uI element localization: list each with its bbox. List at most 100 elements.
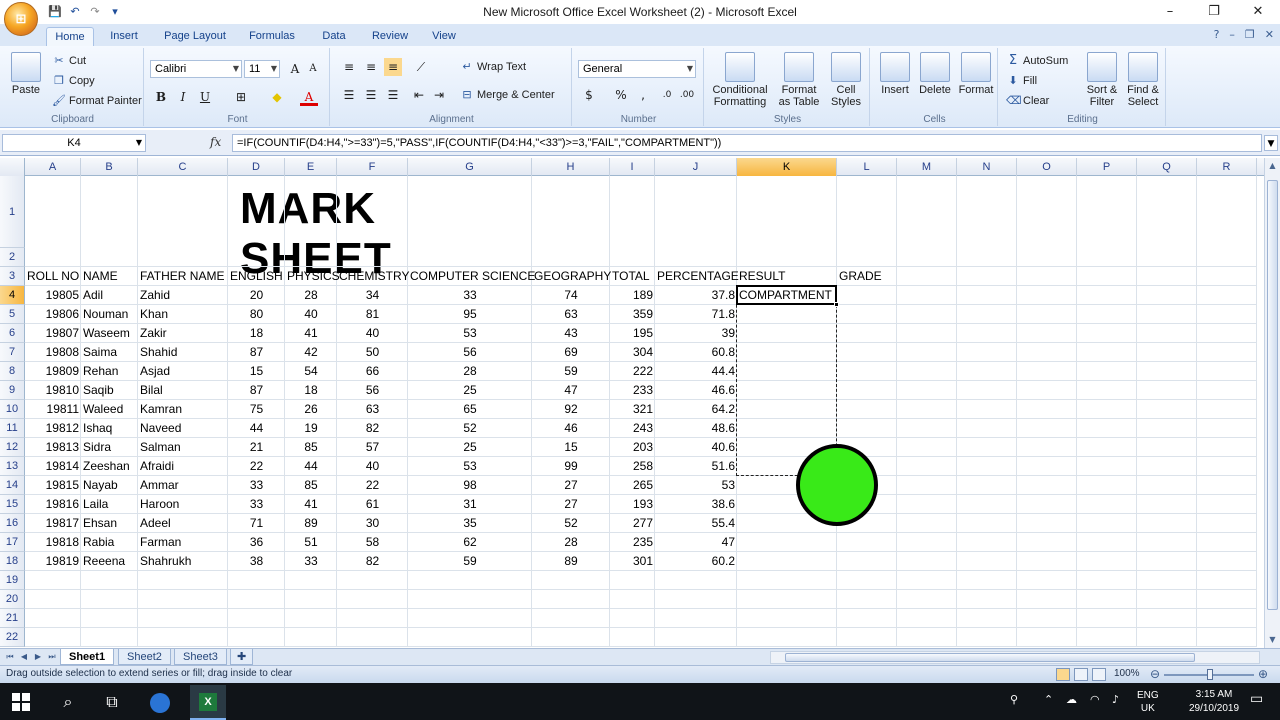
data-cell[interactable]: 19810 — [25, 381, 81, 400]
data-cell[interactable]: 81 — [337, 305, 408, 324]
row-header-3[interactable]: 3 — [0, 267, 25, 286]
data-cell[interactable]: 304 — [610, 343, 655, 362]
data-cell[interactable]: Shahrukh — [138, 552, 228, 571]
help-icon[interactable]: ? — [1214, 28, 1220, 41]
row-header-9[interactable]: 9 — [0, 381, 25, 400]
data-cell[interactable]: 25 — [408, 438, 532, 457]
data-cell[interactable]: 258 — [610, 457, 655, 476]
data-cell[interactable]: 27 — [532, 495, 610, 514]
data-cell[interactable]: 53 — [408, 324, 532, 343]
data-cell[interactable]: 18 — [285, 381, 337, 400]
onedrive-icon[interactable]: ☁ — [1066, 693, 1077, 706]
column-title-cell[interactable]: RESULT — [737, 267, 837, 286]
data-cell[interactable]: 243 — [610, 419, 655, 438]
delete-cells-button[interactable]: Delete — [916, 52, 954, 96]
data-cell[interactable]: 59 — [532, 362, 610, 381]
data-cell[interactable]: 44 — [285, 457, 337, 476]
formula-input[interactable]: =IF(COUNTIF(D4:H4,">=33")=5,"PASS",IF(CO… — [232, 134, 1262, 152]
data-cell[interactable]: Khan — [138, 305, 228, 324]
column-title-cell[interactable]: NAME — [81, 267, 138, 286]
insert-cells-button[interactable]: Insert — [876, 52, 914, 96]
zoom-in-icon[interactable]: ⊕ — [1258, 667, 1268, 681]
data-cell[interactable]: 85 — [285, 476, 337, 495]
font-name-combo[interactable]: Calibri ▼ — [150, 60, 242, 78]
data-cell[interactable]: 30 — [337, 514, 408, 533]
data-cell[interactable]: 301 — [610, 552, 655, 571]
data-cell[interactable]: 36 — [228, 533, 285, 552]
data-cell[interactable]: 37.8 — [655, 286, 737, 305]
format-painter-button[interactable]: 🖌 Format Painter — [52, 94, 142, 108]
format-cells-button[interactable]: Format — [956, 52, 996, 96]
data-cell[interactable]: 203 — [610, 438, 655, 457]
column-header-f[interactable]: F — [337, 158, 408, 176]
data-cell[interactable]: 265 — [610, 476, 655, 495]
data-cell[interactable]: 75 — [228, 400, 285, 419]
fill-color-icon[interactable]: ◆ — [268, 88, 286, 106]
data-cell[interactable]: 19813 — [25, 438, 81, 457]
conditional-formatting-button[interactable]: Conditional Formatting — [708, 52, 772, 108]
data-cell[interactable]: 235 — [610, 533, 655, 552]
grow-font-icon[interactable]: A — [286, 60, 304, 78]
column-header-c[interactable]: C — [138, 158, 228, 176]
data-cell[interactable]: 56 — [408, 343, 532, 362]
data-cell[interactable]: 60.2 — [655, 552, 737, 571]
excel-taskbar-button[interactable]: X — [190, 685, 226, 720]
tab-data[interactable]: Data — [314, 27, 354, 46]
column-header-n[interactable]: N — [957, 158, 1017, 176]
column-header-p[interactable]: P — [1077, 158, 1137, 176]
data-cell[interactable]: 19 — [285, 419, 337, 438]
data-cell[interactable]: 41 — [285, 324, 337, 343]
data-cell[interactable]: 47 — [532, 381, 610, 400]
clear-button[interactable]: ⌫ Clear — [1006, 94, 1049, 108]
sheet-tab-sheet3[interactable]: Sheet3 — [174, 649, 227, 665]
italic-button[interactable]: I — [174, 88, 192, 106]
data-cell[interactable]: 19808 — [25, 343, 81, 362]
data-cell[interactable]: 25 — [408, 381, 532, 400]
row-header-1[interactable]: 1 — [0, 176, 25, 248]
data-cell[interactable]: 26 — [285, 400, 337, 419]
data-cell[interactable]: Ishaq — [81, 419, 138, 438]
office-button[interactable]: ⊞ — [4, 2, 38, 36]
column-header-i[interactable]: I — [610, 158, 655, 176]
data-cell[interactable]: 40 — [337, 457, 408, 476]
data-cell[interactable]: 43 — [532, 324, 610, 343]
data-cell[interactable]: Nouman — [81, 305, 138, 324]
data-cell[interactable]: 19811 — [25, 400, 81, 419]
data-cell[interactable]: 60.8 — [655, 343, 737, 362]
tab-review[interactable]: Review — [366, 27, 414, 46]
data-cell[interactable]: 53 — [408, 457, 532, 476]
data-cell[interactable]: 31 — [408, 495, 532, 514]
wrap-text-button[interactable]: ↵ Wrap Text — [460, 60, 526, 74]
data-cell[interactable]: Afraidi — [138, 457, 228, 476]
zoom-slider-knob[interactable] — [1207, 669, 1213, 680]
scroll-down-icon[interactable]: ▼ — [1265, 632, 1280, 648]
row-header-19[interactable]: 19 — [0, 571, 25, 590]
data-cell[interactable]: 19814 — [25, 457, 81, 476]
column-header-h[interactable]: H — [532, 158, 610, 176]
column-title-cell[interactable]: PHYSICS — [285, 267, 340, 286]
data-cell[interactable]: 98 — [408, 476, 532, 495]
decrease-indent-icon[interactable]: ⇤ — [410, 86, 428, 104]
next-sheet-icon[interactable]: ▶ — [32, 650, 44, 664]
data-cell[interactable]: 51 — [285, 533, 337, 552]
browser-taskbar-icon[interactable] — [150, 689, 178, 715]
data-cell[interactable]: 89 — [285, 514, 337, 533]
data-cell[interactable]: 321 — [610, 400, 655, 419]
sheet-tab-sheet2[interactable]: Sheet2 — [118, 649, 171, 665]
comma-button[interactable]: , — [634, 86, 652, 104]
close-button[interactable]: ✕ — [1238, 2, 1278, 22]
data-cell[interactable]: 28 — [408, 362, 532, 381]
data-cell[interactable]: 18 — [228, 324, 285, 343]
column-header-g[interactable]: G — [408, 158, 532, 176]
column-title-cell[interactable]: GRADE — [837, 267, 897, 286]
row-header-6[interactable]: 6 — [0, 324, 25, 343]
column-title-cell[interactable]: TOTAL — [610, 267, 655, 286]
data-cell[interactable]: 82 — [337, 419, 408, 438]
wifi-icon[interactable]: ◠ — [1090, 693, 1100, 706]
data-cell[interactable]: Waleed — [81, 400, 138, 419]
normal-view-icon[interactable] — [1056, 668, 1070, 681]
data-cell[interactable]: 35 — [408, 514, 532, 533]
data-cell[interactable]: 22 — [337, 476, 408, 495]
orientation-icon[interactable]: ⟋ — [412, 58, 430, 76]
data-cell[interactable]: 56 — [337, 381, 408, 400]
